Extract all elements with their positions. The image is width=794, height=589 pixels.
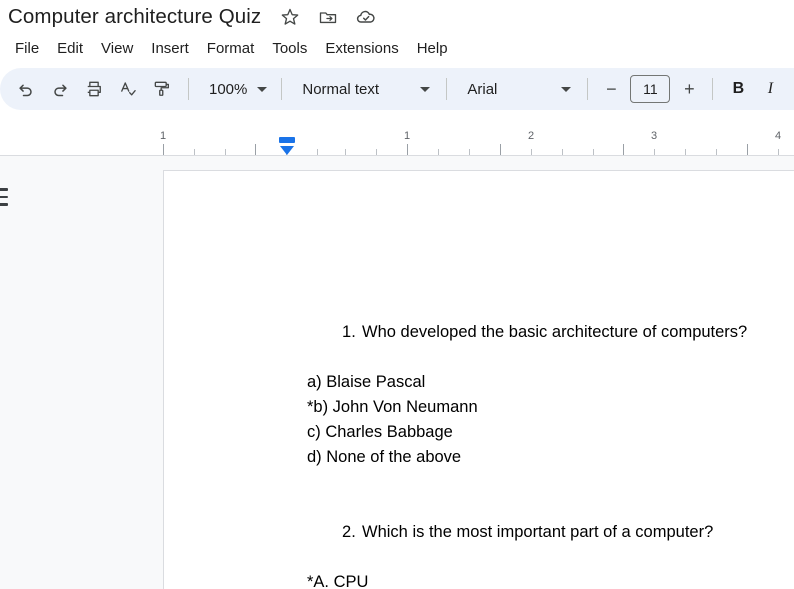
option-line: *b) John Von Neumann [287, 395, 794, 420]
menu-item-tools[interactable]: Tools [263, 37, 316, 60]
ruler-tick [225, 149, 226, 155]
ruler-number: 2 [528, 130, 534, 142]
menu-bar: File Edit View Insert Format Tools Exten… [0, 33, 794, 63]
ruler-tick [531, 149, 532, 155]
ruler-number: 3 [651, 130, 657, 142]
title-icon-group [279, 6, 377, 28]
move-to-folder-icon[interactable] [317, 6, 339, 28]
redo-icon[interactable] [44, 73, 76, 105]
paragraph-style-label: Normal text [302, 81, 379, 98]
increase-font-size-button[interactable]: + [676, 76, 702, 102]
option-line: c) Charles Babbage [287, 420, 794, 445]
font-size-control: − 11 + [598, 75, 702, 103]
option-line: d) None of the above [287, 445, 794, 470]
ruler[interactable]: 1 1 2 3 4 [0, 128, 794, 156]
toolbar-divider-4 [587, 78, 588, 100]
menu-item-format[interactable]: Format [198, 37, 264, 60]
question-text: Who developed the basic architecture of … [362, 323, 747, 341]
google-docs-window: Computer architecture Quiz [0, 0, 794, 589]
question-line: 2.Which is the most important part of a … [287, 495, 794, 570]
star-icon[interactable] [279, 6, 301, 28]
left-indent-marker-icon[interactable] [280, 146, 294, 155]
ruler-number: 4 [775, 130, 781, 142]
spelling-check-icon[interactable] [112, 73, 144, 105]
ruler-tick [317, 149, 318, 155]
menu-item-view[interactable]: View [92, 37, 142, 60]
undo-icon[interactable] [10, 73, 42, 105]
question-text: Which is the most important part of a co… [362, 523, 713, 541]
ruler-tick [747, 144, 748, 155]
question-number: 1. [342, 320, 362, 345]
toolbar-container: 100% Normal text Arial − 11 + B I [0, 68, 794, 116]
font-family-label: Arial [467, 81, 497, 98]
outline-line-1 [0, 188, 8, 191]
ruler-tick [778, 149, 779, 155]
outline-line-2 [0, 196, 8, 199]
ruler-tick [562, 149, 563, 155]
ruler-tick [500, 144, 501, 155]
menu-item-insert[interactable]: Insert [142, 37, 198, 60]
ruler-tick [623, 144, 624, 155]
menu-item-file[interactable]: File [6, 37, 48, 60]
outline-lines-icon[interactable] [0, 188, 10, 206]
font-family-dropdown[interactable]: Arial [457, 74, 577, 104]
ruler-tick [163, 144, 164, 155]
ruler-tick [407, 144, 408, 155]
menu-item-help[interactable]: Help [408, 37, 457, 60]
chevron-down-icon [561, 87, 571, 92]
ruler-number: 1 [160, 130, 166, 142]
document-canvas: 1.Who developed the basic architecture o… [0, 156, 794, 589]
italic-button[interactable]: I [755, 74, 785, 104]
toolbar-divider-5 [712, 78, 713, 100]
outline-line-3 [0, 203, 8, 206]
toolbar-divider-2 [281, 78, 282, 100]
ruler-tick [654, 149, 655, 155]
ruler-tick [593, 149, 594, 155]
bold-button[interactable]: B [723, 74, 753, 104]
paragraph-style-dropdown[interactable]: Normal text [292, 74, 436, 104]
document-page[interactable]: 1.Who developed the basic architecture o… [163, 170, 794, 589]
question-block: 1.Who developed the basic architecture o… [287, 295, 794, 470]
ruler-tick [376, 149, 377, 155]
menu-item-extensions[interactable]: Extensions [316, 37, 407, 60]
ruler-tick [716, 149, 717, 155]
question-line: 1.Who developed the basic architecture o… [287, 295, 794, 370]
zoom-control[interactable]: 100% [199, 74, 271, 104]
document-text-body[interactable]: 1.Who developed the basic architecture o… [287, 295, 794, 589]
ruler-tick [685, 149, 686, 155]
question-block: 2.Which is the most important part of a … [287, 495, 794, 589]
ruler-tick [255, 144, 256, 155]
option-line: a) Blaise Pascal [287, 370, 794, 395]
ruler-tick [438, 149, 439, 155]
ruler-tick [469, 149, 470, 155]
chevron-down-icon [257, 87, 267, 92]
chevron-down-icon [420, 87, 430, 92]
ruler-tick [345, 149, 346, 155]
menu-item-edit[interactable]: Edit [48, 37, 92, 60]
toolbar: 100% Normal text Arial − 11 + B I [0, 68, 794, 110]
font-size-input[interactable]: 11 [630, 75, 670, 103]
ruler-tick [194, 149, 195, 155]
zoom-level-label: 100% [209, 81, 247, 98]
decrease-font-size-button[interactable]: − [598, 76, 624, 102]
toolbar-divider-3 [446, 78, 447, 100]
ruler-number: 1 [404, 130, 410, 142]
question-number: 2. [342, 520, 362, 545]
option-line: *A. CPU [287, 570, 794, 589]
cloud-saved-icon[interactable] [355, 6, 377, 28]
paint-format-icon[interactable] [146, 73, 178, 105]
left-indent-bar[interactable] [279, 137, 295, 143]
print-icon[interactable] [78, 73, 110, 105]
toolbar-divider-1 [188, 78, 189, 100]
title-bar: Computer architecture Quiz [0, 0, 794, 33]
document-title[interactable]: Computer architecture Quiz [8, 5, 261, 29]
